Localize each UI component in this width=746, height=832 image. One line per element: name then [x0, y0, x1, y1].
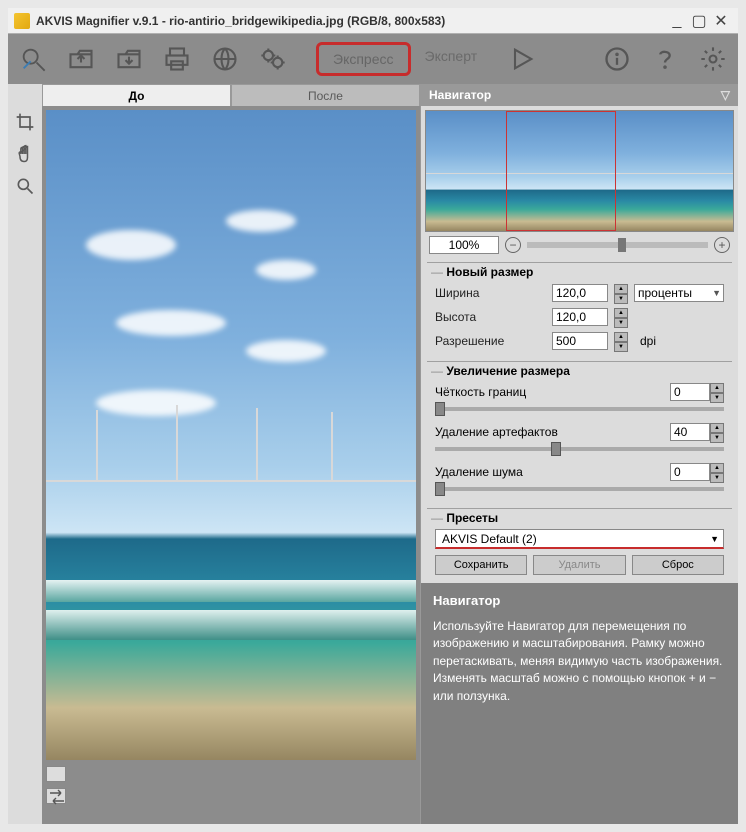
tab-before[interactable]: До	[42, 84, 231, 106]
navigator-panel: − +	[421, 106, 738, 258]
swap-swatch-icon[interactable]	[46, 788, 66, 804]
left-toolbar	[8, 84, 42, 824]
preset-save-button[interactable]: Сохранить	[435, 555, 527, 575]
content-area: До После	[8, 84, 738, 824]
noise-spinner[interactable]: ▲▼	[710, 463, 724, 481]
help-panel: Навигатор Используйте Навигатор для пере…	[421, 583, 738, 824]
before-after-tabs: До После	[42, 84, 420, 106]
preset-delete-button[interactable]: Удалить	[533, 555, 625, 575]
preset-reset-button[interactable]: Сброс	[632, 555, 724, 575]
artifacts-slider[interactable]	[435, 447, 724, 451]
preset-value: AKVIS Default (2)	[442, 532, 537, 546]
help-icon[interactable]	[648, 42, 682, 76]
sharpness-row: Чёткость границ ▲▼	[427, 380, 732, 420]
noise-row: Удаление шума ▲▼	[427, 460, 732, 500]
artifacts-row: Удаление артефактов ▲▼	[427, 420, 732, 460]
titlebar-text: AKVIS Magnifier v.9.1 - rio-antirio_brid…	[36, 14, 666, 28]
width-label: Ширина	[435, 286, 546, 300]
zoom-input[interactable]	[429, 236, 499, 254]
width-spinner[interactable]: ▲▼	[614, 284, 628, 302]
settings-icon[interactable]	[696, 42, 730, 76]
app-window: AKVIS Magnifier v.9.1 - rio-antirio_brid…	[0, 0, 746, 832]
maximize-button[interactable]: ▢	[688, 11, 710, 31]
sharpness-slider[interactable]	[435, 407, 724, 411]
resolution-spinner[interactable]: ▲▼	[614, 332, 628, 350]
artifacts-label: Удаление артефактов	[435, 425, 670, 439]
noise-label: Удаление шума	[435, 465, 670, 479]
info-icon[interactable]	[600, 42, 634, 76]
print-icon[interactable]	[160, 42, 194, 76]
height-label: Высота	[435, 310, 546, 324]
share-icon[interactable]	[208, 42, 242, 76]
batch-icon[interactable]	[256, 42, 290, 76]
artifacts-input[interactable]	[670, 423, 710, 441]
width-input[interactable]	[552, 284, 608, 302]
app-icon	[14, 13, 30, 29]
new-size-header: Новый размер	[427, 262, 732, 281]
foreground-swatch[interactable]	[46, 766, 66, 782]
titlebar: AKVIS Magnifier v.9.1 - rio-antirio_brid…	[8, 8, 738, 34]
mode-expert-button[interactable]: Эксперт	[411, 42, 492, 76]
image-view[interactable]	[46, 110, 416, 760]
crop-tool-icon[interactable]	[13, 110, 37, 134]
noise-input[interactable]	[670, 463, 710, 481]
presets-group: Пресеты AKVIS Default (2)▼ Сохранить Уда…	[427, 508, 732, 579]
mode-switch: Экспресс Эксперт	[316, 42, 491, 76]
zoom-controls: − +	[425, 236, 734, 254]
upsize-header: Увеличение размера	[427, 361, 732, 380]
zoom-out-button[interactable]: −	[505, 237, 521, 253]
artifacts-spinner[interactable]: ▲▼	[710, 423, 724, 441]
tab-after[interactable]: После	[231, 84, 420, 106]
open-file-icon[interactable]	[64, 42, 98, 76]
new-size-group: Новый размер Ширина ▲▼ проценты▼ Высота …	[427, 262, 732, 353]
unit-value: проценты	[638, 286, 692, 300]
presets-header: Пресеты	[427, 508, 732, 527]
main-toolbar: Экспресс Эксперт	[8, 34, 738, 84]
resolution-label: Разрешение	[435, 334, 546, 348]
dpi-label: dpi	[634, 334, 724, 348]
unit-select[interactable]: проценты▼	[634, 284, 724, 302]
navigator-collapse-icon[interactable]: ▽	[721, 88, 730, 102]
noise-slider[interactable]	[435, 487, 724, 491]
canvas-area: До После	[42, 84, 420, 824]
right-panel: Навигатор ▽ − + Новый размер	[420, 84, 738, 824]
height-input[interactable]	[552, 308, 608, 326]
save-file-icon[interactable]	[112, 42, 146, 76]
navigator-header: Навигатор ▽	[421, 84, 738, 106]
mode-express-button[interactable]: Экспресс	[316, 42, 411, 76]
pan-tool-icon[interactable]	[13, 142, 37, 166]
magnifier-logo-icon	[16, 42, 50, 76]
zoom-slider[interactable]	[527, 242, 708, 248]
help-text: Используйте Навигатор для перемещения по…	[433, 618, 726, 705]
navigator-preview[interactable]	[425, 110, 734, 232]
sharpness-input[interactable]	[670, 383, 710, 401]
height-spinner[interactable]: ▲▼	[614, 308, 628, 326]
resolution-input[interactable]	[552, 332, 608, 350]
sharpness-spinner[interactable]: ▲▼	[710, 383, 724, 401]
image-canvas[interactable]	[42, 106, 420, 824]
minimize-button[interactable]: _	[666, 11, 688, 31]
navigator-title: Навигатор	[429, 88, 491, 102]
zoom-in-button[interactable]: +	[714, 237, 730, 253]
upsize-group: Увеличение размера Чёткость границ ▲▼ Уд…	[427, 361, 732, 500]
preset-select[interactable]: AKVIS Default (2)▼	[435, 529, 724, 549]
sharpness-label: Чёткость границ	[435, 385, 670, 399]
help-title: Навигатор	[433, 593, 726, 608]
zoom-tool-icon[interactable]	[13, 174, 37, 198]
run-icon[interactable]	[505, 42, 539, 76]
close-button[interactable]: ✕	[710, 11, 732, 31]
